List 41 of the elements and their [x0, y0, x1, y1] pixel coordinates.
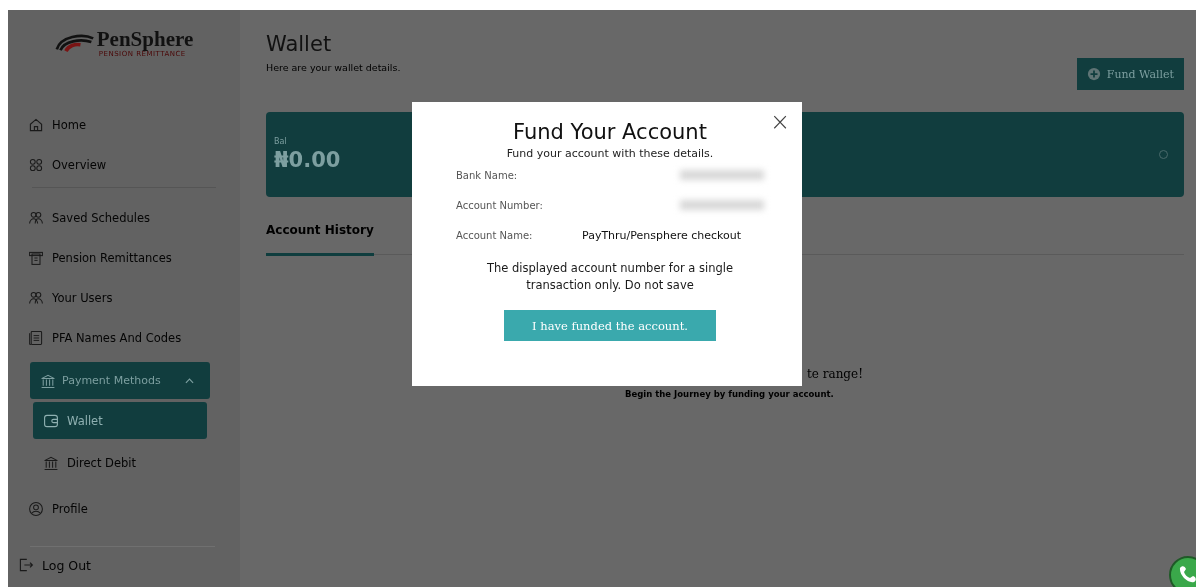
balance-label: Bal	[274, 137, 288, 146]
dialog-title: Fund Your Account	[512, 120, 708, 144]
fund-wallet-button[interactable]: Fund Wallet	[1076, 58, 1184, 90]
wallet-icon	[43, 412, 59, 429]
logout-link[interactable]: Log Out	[18, 547, 215, 583]
dialog-subtitle: Fund your account with these details.	[505, 147, 715, 160]
plus-circle-icon	[1086, 67, 1101, 81]
dialog-note: The displayed account number for a single transaction only. Do not save	[485, 260, 735, 294]
field-value: PayThru/Pensphere checkout	[582, 228, 742, 242]
person-icon	[28, 501, 44, 517]
receipt-icon	[28, 250, 44, 266]
sidebar-item[interactable]: Saved Schedules	[8, 198, 240, 238]
sidebar-item[interactable]: Profile	[8, 489, 240, 529]
sidebar-item[interactable]: Pension Remittances	[8, 238, 240, 278]
sidebar-item[interactable]: PFA Names And Codes	[8, 318, 240, 358]
balance-amount: ₦0.00	[274, 148, 341, 172]
sidebar-item[interactable]: Your Users	[8, 278, 240, 318]
bank-icon	[40, 372, 56, 389]
sidebar-subitem[interactable]: Wallet	[33, 402, 207, 439]
funded-confirm-button[interactable]: I have funded the account.	[504, 310, 716, 341]
people-icon	[28, 210, 44, 226]
page-title: Wallet	[266, 32, 333, 56]
empty-state-title: te range!	[807, 367, 864, 381]
field-label: Account Name:	[456, 229, 534, 241]
document-icon	[28, 330, 44, 346]
sidebar-group-item[interactable]: Payment Methods	[30, 362, 210, 399]
tab[interactable]: Account History	[266, 219, 374, 256]
field-label: Bank Name:	[456, 169, 519, 181]
close-button[interactable]: ×	[769, 110, 790, 134]
people-icon	[28, 290, 44, 306]
bank-icon	[43, 455, 59, 471]
logout-icon	[18, 557, 34, 573]
sidebar-subitem[interactable]: Direct Debit	[33, 445, 207, 481]
page-subtitle: Here are your wallet details.	[266, 62, 401, 73]
house-icon	[28, 117, 44, 133]
caret-icon	[185, 377, 194, 384]
sidebar-item[interactable]: Home	[8, 105, 240, 145]
field-label: Account Number:	[456, 199, 544, 211]
circles-grid-icon	[28, 157, 44, 173]
sidebar-item[interactable]: Overview	[8, 145, 240, 185]
empty-state-message: Begin the Journey by funding your account.	[625, 389, 835, 399]
